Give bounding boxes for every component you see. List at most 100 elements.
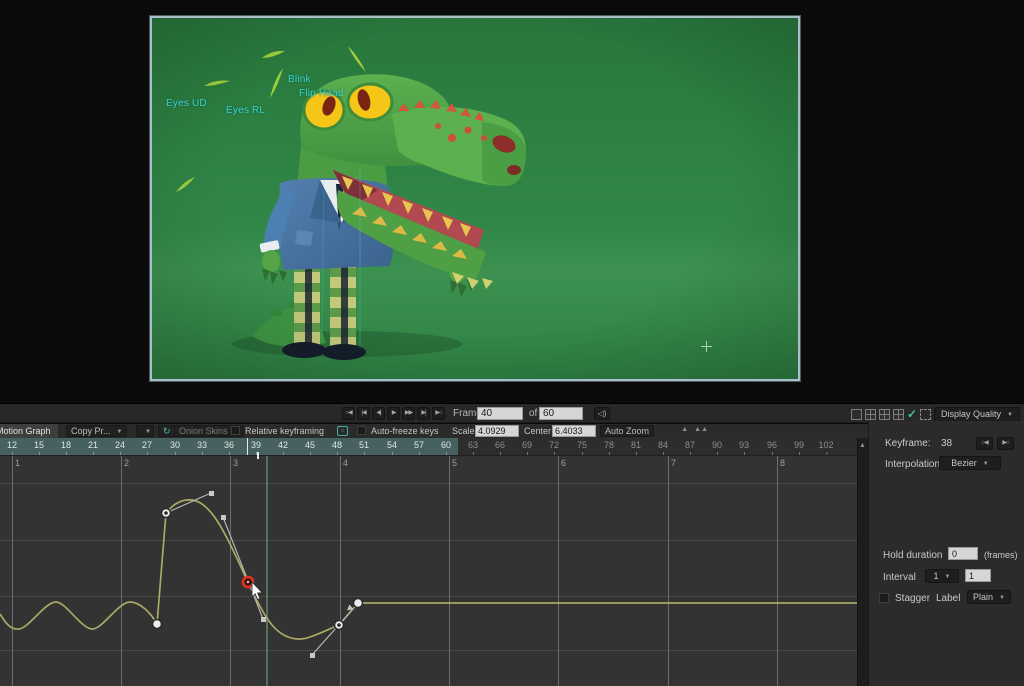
ruler-frame-number: 15 [34,440,44,450]
frame-input[interactable] [477,407,523,420]
ruler-frame-number: 60 [441,440,451,450]
marquee-select-icon[interactable] [920,409,931,420]
frame-ruler[interactable]: 1215182124273033363942454851545760636669… [0,438,857,456]
speaker-icon[interactable]: ◁) [594,407,610,420]
hold-duration-label: Hold duration [883,550,942,561]
prev-keyframe-button[interactable]: ○◀ [976,437,993,450]
transport-buttons: ○◀|◀◀|▶▶▶▶|▶○ [342,407,445,420]
playhead-notch[interactable] [257,452,259,459]
ruler-frame-number: 69 [522,440,532,450]
keyframe-label: Keyframe: [885,438,931,449]
split-view-icon[interactable] [865,409,876,420]
copy-properties-dropdown[interactable]: Copy Pr... [66,425,127,437]
ruler-frame-number: 57 [414,440,424,450]
rig-label-eyes-rl[interactable]: Eyes RL [226,105,265,116]
channel-dropdown[interactable] [136,425,154,437]
interpolation-label: Interpolation: [885,459,943,470]
tab-motion-graph[interactable]: Motion Graph [0,424,58,438]
collapse-panel-icon[interactable]: ▲ [681,426,688,433]
ruler-frame-number: 42 [278,440,288,450]
ruler-frame-number: 63 [468,440,478,450]
ruler-frame-number: 54 [387,440,397,450]
ruler-frame-number: 24 [115,440,125,450]
handle-squares[interactable] [209,491,315,658]
jump-first-frame-button[interactable]: ○◀ [342,407,355,420]
ruler-frame-number: 18 [61,440,71,450]
ruler-frame-number: 48 [332,440,342,450]
scale-input[interactable] [475,425,519,437]
hold-duration-input[interactable] [948,547,978,560]
selected-keyframe-center [247,581,249,583]
play-button[interactable]: ▶ [387,407,400,420]
hold-duration-suffix: (frames) [984,550,1018,560]
auto-zoom-button[interactable]: Auto Zoom [600,425,654,437]
jump-last-frame-button[interactable]: ▶○ [432,407,445,420]
ruler-frame-number: 36 [224,440,234,450]
rig-label-blink[interactable]: Blink [288,74,311,85]
camera-viewport[interactable]: Eyes UD Eyes RL Blink Flip Head [150,16,800,381]
graph-scroll-column[interactable]: ▲ [857,438,868,686]
ruler-frame-number: 96 [767,440,777,450]
ruler-frame-number: 39 [251,440,261,450]
stagger-label: Stagger [895,593,930,604]
total-frames-input[interactable] [539,407,583,420]
mouse-cursor-icon [252,582,262,600]
interval-label: Interval [883,572,916,583]
ruler-frame-number: 78 [604,440,614,450]
check-icon[interactable]: ✓ [907,409,917,420]
view-controls: ✓ Display Quality [851,407,1020,422]
scale-label: Scale [452,426,475,436]
interpolation-dropdown[interactable]: Bezier [939,456,1001,470]
ruler-frame-number: 87 [685,440,695,450]
quad-view-icon[interactable] [879,409,890,420]
multi-view-icon[interactable] [893,409,904,420]
ruler-frame-number: 90 [712,440,722,450]
interval-input[interactable] [965,569,991,582]
ruler-frame-number: 51 [359,440,369,450]
next-frame-button[interactable]: ▶▶ [402,407,415,420]
ruler-frame-number: 84 [658,440,668,450]
motion-graph-toolbar: Motion Graph Copy Pr... ↻ Onion Skins Re… [0,424,868,438]
next-keyframe-button[interactable]: ▶| [417,407,430,420]
ruler-frame-number: 81 [631,440,641,450]
rig-label-flip-head[interactable]: Flip Head [299,88,344,99]
interval-dropdown[interactable]: 1 [925,569,959,583]
keyframe-dot-center [164,511,168,515]
ruler-frame-number: 27 [142,440,152,450]
relative-keyframing-badge-icon: ○ [337,426,348,436]
display-quality-dropdown[interactable]: Display Quality [934,407,1020,422]
ruler-frame-number: 12 [7,440,17,450]
keyframe-dot-center [337,623,341,627]
rig-label-eyes-ud[interactable]: Eyes UD [166,98,207,109]
application-window: Eyes UD Eyes RL Blink Flip Head ○◀|◀◀|▶▶… [0,0,1024,686]
relative-keyframing-checkbox[interactable] [231,426,240,435]
fit-graph-icon[interactable]: ▲▲ [694,426,708,433]
label-style-dropdown[interactable]: Plain [967,590,1011,604]
ruler-frame-number: 102 [818,440,833,450]
motion-graph-canvas[interactable]: 12345678 [0,456,857,686]
single-view-icon[interactable] [851,409,862,420]
ruler-numbers: 1215182124273033363942454851545760636669… [0,438,857,455]
center-label: Center [524,426,551,436]
stagger-checkbox[interactable] [879,593,889,603]
viewport-vignette [152,18,798,379]
animation-curve[interactable] [0,500,857,639]
keyframe-value: 38 [941,438,952,449]
transport-bar: ○◀|◀◀|▶▶▶▶|▶○ Frame of ◁) ✓ Display Qual… [0,403,1024,423]
viewport-crosshair-icon [701,341,712,352]
center-input[interactable] [552,425,596,437]
prev-keyframe-button[interactable]: |◀ [357,407,370,420]
of-label: of [529,408,537,419]
next-keyframe-button[interactable]: ▶○ [997,437,1014,450]
ruler-frame-number: 93 [739,440,749,450]
auto-freeze-checkbox[interactable] [357,426,366,435]
prev-frame-button[interactable]: ◀| [372,407,385,420]
keyframe-panel: Keyframe: 38 ○◀ ▶○ Interpolation: Bezier… [868,421,1024,686]
ruler-frame-number: 99 [794,440,804,450]
ruler-frame-number: 30 [170,440,180,450]
keyframe-dot[interactable] [153,620,162,629]
ruler-frame-number: 72 [549,440,559,450]
cycle-icon[interactable]: ↻ [158,425,176,437]
keyframe-dot[interactable] [354,599,363,608]
scroll-up-icon[interactable]: ▲ [859,442,866,449]
